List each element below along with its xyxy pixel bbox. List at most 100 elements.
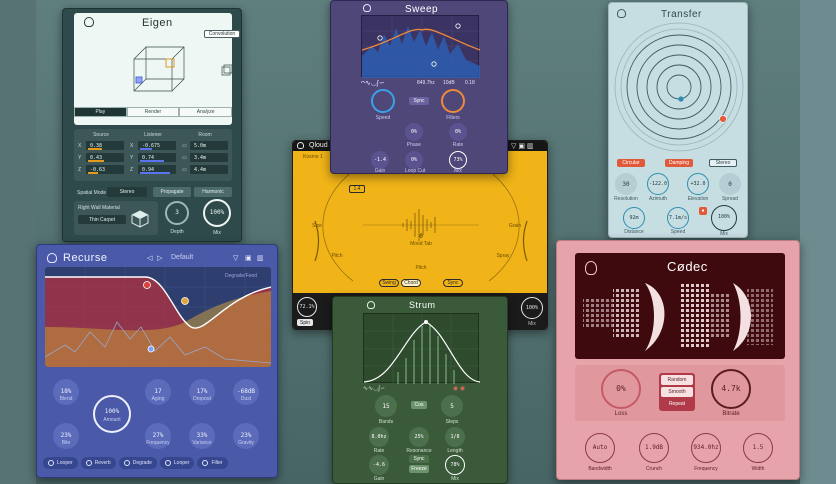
tab-render[interactable]: Render [126,107,180,117]
chain-looper2-chip[interactable]: Looper [159,457,195,469]
strum-toggle-icons[interactable]: ◉ ◉ [453,385,465,392]
propagate-button[interactable]: Propagate [153,187,191,197]
crunch-label: Crunch [645,466,663,472]
source-z-field[interactable]: -0.63 [86,165,124,174]
next-preset-icon[interactable]: ▷ [157,254,162,262]
sweep-filters-knob[interactable] [441,89,465,113]
eigen-logo-icon [84,17,94,27]
codec-control-strip: 0% Loss Random Smooth Repeat 4.7k Bitrat… [575,365,785,421]
recurse-curves [45,267,271,367]
sweep-node-right-icon [455,23,461,29]
dropout-value: 17% [196,388,208,395]
prev-preset-icon[interactable]: ◁ [147,254,152,262]
eigen-title: Eigen [142,17,173,29]
codec-smooth-button[interactable]: Smooth [661,387,693,397]
sweep-loopcut-value: 0% [410,157,418,163]
speed-label: Speed [670,229,686,235]
material-select[interactable]: Thin Carpet [78,215,126,224]
azimuth-label: Azimuth [648,196,668,202]
recurse-logo-icon [47,253,57,263]
listener-z-field[interactable]: 0.94 [138,165,176,174]
sweep-speed-label: Speed [375,115,391,121]
strum-sync-toggle[interactable]: Sync [409,455,429,463]
qloud-grain-value[interactable]: 1.4 [349,185,365,193]
tab-analyze[interactable]: Analyze [179,107,233,117]
transfer-circular-button[interactable]: Circular [617,159,645,167]
room-width-field[interactable]: 5.0m [190,141,228,150]
codec-bit-display[interactable]: Cødec [575,253,785,359]
source-node-icon [719,115,727,123]
strum-rate-label: Rate [373,448,385,454]
save-icon[interactable]: ▣ [245,254,252,262]
background-band-left [0,0,36,484]
sweep-spectrum [361,16,481,78]
preset-menu-icon[interactable]: ▽ [233,254,238,262]
source-x-field[interactable]: 0.38 [86,141,124,150]
spatial-mode-select[interactable]: Stereo [107,187,147,197]
bitrate-value: 4.7k [721,384,741,393]
qloud-menu-icon[interactable]: ▽ ▣ ▥ [511,142,534,150]
chain-reverb-chip[interactable]: Reverb [80,457,116,469]
toggle-dot-icon [85,460,92,466]
qloud-spin-button[interactable]: Spin [297,319,313,326]
listener-x-field[interactable]: -0.675 [138,141,176,150]
dust-label: Dust [240,396,252,402]
qloud-pitch-sub-label: Pitch [415,265,427,271]
variance-label: Variance [192,440,212,446]
room-height-field[interactable]: 3.4m [190,153,228,162]
convolution-button[interactable]: Convolution [204,30,240,38]
resolution-value: 30 [622,181,630,188]
strum-mode-button[interactable]: Cos [411,401,427,409]
qloud-sync-button[interactable]: Sync [443,279,463,287]
sweep-readout-q: 0.18 [465,80,475,86]
dust-value: -68dB [236,388,256,395]
sweep-spectrum-display[interactable] [361,15,481,78]
tab-play[interactable]: Play [74,107,127,117]
filter-chip[interactable]: Filter [197,457,228,469]
eigen-mode-tabs: Play Render Analyze [74,107,233,117]
transfer-damping-button[interactable]: Damping [665,159,693,167]
material-label: Right Wall Material [78,205,120,211]
strum-band-plot[interactable] [363,313,481,384]
blend-value: 18% [60,388,72,395]
source-y-field[interactable]: 0.43 [86,153,124,162]
transfer-stereo-button[interactable]: Stereo [709,159,737,167]
codec-random-button[interactable]: Random [661,375,693,385]
codec-repeat-button[interactable]: Repeat [661,399,693,409]
toggle-dot-icon [123,460,130,466]
sweep-rate-value: 0% [454,129,462,135]
transfer-ring-display[interactable] [613,19,745,155]
recurse-plugin-window: Recurse ◁ ▷ Default ▽ ▣ ▥ Degrade/Feed 1… [36,244,278,478]
transfer-record-toggle[interactable]: ● [699,207,707,215]
sweep-plugin-window: Sweep ᴖ∿◡∫∽ 849.7hz 10dB 0.18 Speed Sync… [330,0,508,174]
qloud-swing-button[interactable]: Swing [379,279,399,287]
source-column: Source X 0.38 Y 0.43 Z -0.63 [78,132,124,176]
bite-label: Bite [61,440,71,446]
sweep-shape-icons[interactable]: ᴖ∿◡∫∽ [361,79,385,87]
strum-logo-icon [367,301,375,309]
qloud-center-label: Mood Tab [410,241,432,247]
transfer-mix-value: 100% [717,214,731,220]
room-depth-field[interactable]: 4.4m [190,165,228,174]
listener-y-field[interactable]: 0.74 [138,153,176,162]
sweep-speed-knob[interactable] [371,89,395,113]
sweep-sync-button[interactable]: Sync [409,97,429,105]
strum-length-value: 1/8 [450,434,460,440]
chain-degrade-chip[interactable]: Degrade [118,457,157,469]
sweep-loopcut-label: Loop Cut [405,168,426,174]
room-3d-view[interactable] [122,39,192,99]
axis-label: Z [130,166,134,173]
loss-value: 0% [616,384,626,393]
harmonic-button[interactable]: Harmonic [194,187,232,197]
chain-looper-chip[interactable]: Looper [43,457,78,469]
strum-shape-icons[interactable]: ∿∿◡∫∽ [363,385,385,392]
room-header: Room [198,132,212,138]
distance-value: 92m [629,215,639,221]
strum-freeze-toggle[interactable]: Freeze [409,465,429,473]
qloud-chord-button[interactable]: Chord [401,279,421,287]
recurse-preset-name[interactable]: Default [171,254,193,261]
recurse-frequency-plot[interactable]: Degrade/Feed [45,267,271,367]
sweep-filters-label: Filters [446,115,460,121]
trash-icon[interactable]: ▥ [257,254,264,262]
cube-material-icon [131,210,149,228]
